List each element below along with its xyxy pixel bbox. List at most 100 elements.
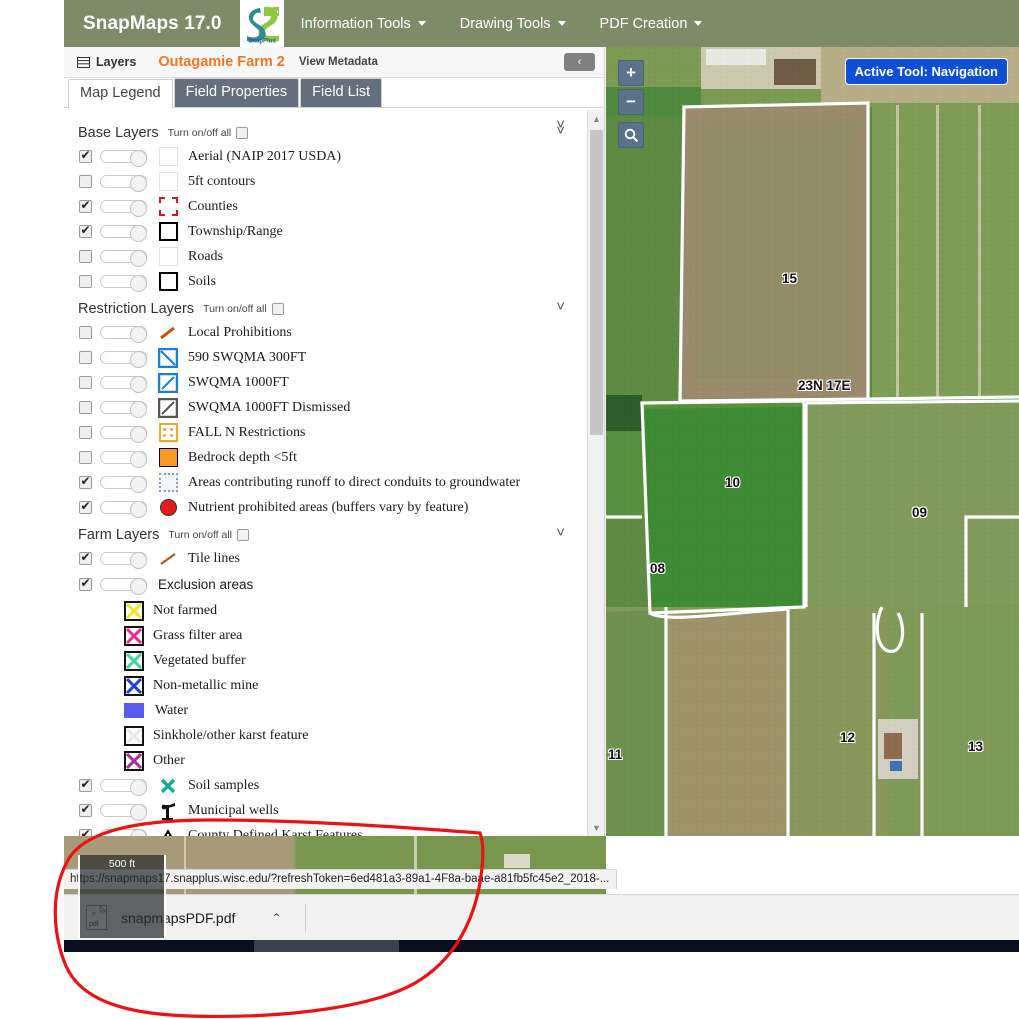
map-zoom-controls[interactable]: + −: [618, 60, 644, 151]
legend-label-nutrient-prohibited: Nutrient prohibited areas (buffers vary …: [188, 499, 469, 515]
chevron-down-icon[interactable]: ˅: [556, 299, 565, 314]
legend-row-soils[interactable]: Soils: [64, 269, 585, 294]
zoom-out-button[interactable]: −: [618, 89, 644, 115]
menu-drawing-tools-label: Drawing Tools: [459, 15, 551, 32]
opacity-slider-nutrient-prohibited[interactable]: [100, 501, 147, 518]
legend-checkbox-roads[interactable]: [79, 250, 92, 263]
opacity-slider-exclusion-areas[interactable]: [100, 578, 147, 595]
opacity-slider-swqma-1000ft-dismissed[interactable]: [100, 401, 147, 418]
zoom-in-button[interactable]: +: [618, 60, 644, 86]
legend-row-swqma-1000ft[interactable]: SWQMA 1000FT: [64, 370, 585, 395]
map-field-label: 13: [968, 739, 984, 754]
view-metadata-link[interactable]: View Metadata: [299, 56, 378, 68]
legend-row-township-range[interactable]: Township/Range: [64, 219, 585, 244]
base-layers-turn-all-checkbox[interactable]: [236, 127, 249, 139]
legend-checkbox-township-range[interactable]: [79, 223, 92, 238]
legend-row-counties[interactable]: Counties: [64, 194, 585, 219]
legend-row-county-karst[interactable]: County Defined Karst Features: [64, 823, 585, 836]
legend-row-runoff-conduits[interactable]: Areas contributing runoff to direct cond…: [64, 470, 585, 495]
opacity-slider-bedrock-depth[interactable]: [100, 451, 147, 468]
opacity-slider-county-karst[interactable]: [100, 829, 147, 836]
tab-map-legend[interactable]: Map Legend: [68, 79, 173, 108]
legend-label-township-range: Township/Range: [188, 223, 283, 239]
legend-checkbox-590-swqma-300ft[interactable]: [79, 351, 92, 364]
swatch-fall-n-restrictions: [157, 423, 179, 442]
legend-row-fall-n-restrictions[interactable]: FALL N Restrictions: [64, 420, 585, 445]
legend-row-590-swqma-300ft[interactable]: 590 SWQMA 300FT: [64, 345, 585, 370]
restriction-layers-turn-all-checkbox[interactable]: [271, 303, 284, 315]
legend-checkbox-exclusion-areas[interactable]: [79, 576, 92, 591]
tab-field-properties[interactable]: Field Properties: [173, 78, 300, 107]
legend-label-roads: Roads: [188, 248, 223, 264]
legend-content: Base Layers Turn on/off all ˅ Aerial (NA…: [64, 110, 585, 836]
legend-row-roads[interactable]: Roads: [64, 244, 585, 269]
legend-checkbox-swqma-1000ft[interactable]: [79, 376, 92, 389]
chevron-down-icon[interactable]: ˅: [556, 525, 565, 540]
legend-checkbox-runoff-conduits[interactable]: [79, 474, 92, 489]
opacity-slider-township-range[interactable]: [100, 225, 147, 242]
layers-button[interactable]: Layers: [77, 55, 136, 69]
map-field-label: 08: [650, 561, 666, 576]
map-search-button[interactable]: [618, 122, 644, 148]
swatch-soils: [157, 272, 179, 291]
taskbar-active-tile[interactable]: [254, 940, 399, 952]
section-restriction-layers-header[interactable]: Restriction Layers Turn on/off all ˅: [64, 294, 585, 320]
legend-checkbox-counties[interactable]: [79, 198, 92, 213]
scroll-down-icon[interactable]: ▼: [588, 819, 605, 836]
legend-row-tile-lines[interactable]: Tile lines: [64, 546, 585, 571]
opacity-slider-soils[interactable]: [100, 275, 147, 292]
legend-row-5ft-contours[interactable]: 5ft contours: [64, 169, 585, 194]
menu-information-tools[interactable]: Information Tools: [284, 0, 443, 47]
opacity-slider-swqma-1000ft[interactable]: [100, 376, 147, 393]
legend-checkbox-fall-n-restrictions[interactable]: [79, 426, 92, 439]
legend-checkbox-soil-samples[interactable]: [79, 777, 92, 792]
legend-checkbox-municipal-wells[interactable]: [79, 802, 92, 817]
menu-information-tools-label: Information Tools: [300, 15, 411, 32]
opacity-slider-5ft-contours[interactable]: [100, 175, 147, 192]
legend-scrollbar[interactable]: ▲ ▼: [587, 110, 604, 836]
legend-checkbox-5ft-contours[interactable]: [79, 175, 92, 188]
legend-row-municipal-wells[interactable]: Municipal wells: [64, 798, 585, 823]
legend-checkbox-local-prohibitions[interactable]: [79, 326, 92, 339]
opacity-slider-590-swqma-300ft[interactable]: [100, 351, 147, 368]
app-header: SnapMaps 17.0 SnapPlus Information Tools…: [64, 0, 1019, 47]
opacity-slider-roads[interactable]: [100, 250, 147, 267]
opacity-slider-municipal-wells[interactable]: [100, 804, 147, 821]
legend-row-nutrient-prohibited[interactable]: Nutrient prohibited areas (buffers vary …: [64, 495, 585, 520]
legend-checkbox-soils[interactable]: [79, 275, 92, 288]
panel-header: Layers Outagamie Farm 2 View Metadata ‹: [64, 47, 604, 78]
tab-field-list[interactable]: Field List: [300, 78, 383, 107]
chevron-left-icon: ‹: [577, 56, 582, 68]
legend-row-swqma-1000ft-dismissed[interactable]: SWQMA 1000FT Dismissed: [64, 395, 585, 420]
opacity-slider-tile-lines[interactable]: [100, 552, 147, 569]
legend-row-soil-samples[interactable]: Soil samples: [64, 773, 585, 798]
opacity-slider-fall-n-restrictions[interactable]: [100, 426, 147, 443]
legend-checkbox-swqma-1000ft-dismissed[interactable]: [79, 401, 92, 414]
chevron-up-icon[interactable]: ⌃: [271, 911, 281, 925]
chevron-down-icon[interactable]: ˅: [556, 117, 565, 132]
opacity-slider-aerial[interactable]: [100, 150, 147, 167]
opacity-slider-counties[interactable]: [100, 200, 147, 217]
legend-row-exclusion-areas[interactable]: Exclusion areas ˅: [64, 117, 585, 598]
legend-row-local-prohibitions[interactable]: Local Prohibitions: [64, 320, 585, 345]
legend-checkbox-tile-lines[interactable]: [79, 550, 92, 565]
menu-drawing-tools[interactable]: Drawing Tools: [443, 0, 583, 47]
scrollbar-thumb[interactable]: [590, 130, 603, 435]
legend-checkbox-county-karst[interactable]: [79, 827, 92, 836]
legend-checkbox-aerial[interactable]: [79, 148, 92, 163]
opacity-slider-runoff-conduits[interactable]: [100, 476, 147, 493]
legend-checkbox-bedrock-depth[interactable]: [79, 451, 92, 464]
section-base-layers-header[interactable]: Base Layers Turn on/off all ˅: [64, 118, 585, 144]
menu-pdf-creation[interactable]: PDF Creation: [583, 0, 720, 47]
map-viewport[interactable]: + − Active Tool: Navigation 15 23N 17E 0…: [606, 47, 1019, 836]
section-farm-layers-header[interactable]: Farm Layers Turn on/off all ˅: [64, 520, 585, 546]
collapse-panel-button[interactable]: ‹: [564, 53, 595, 71]
legend-checkbox-nutrient-prohibited[interactable]: [79, 499, 92, 514]
scroll-up-icon[interactable]: ▲: [588, 110, 605, 127]
legend-row-aerial[interactable]: Aerial (NAIP 2017 USDA): [64, 144, 585, 169]
legend-label-fall-n-restrictions: FALL N Restrictions: [188, 424, 306, 440]
legend-row-bedrock-depth[interactable]: Bedrock depth <5ft: [64, 445, 585, 470]
opacity-slider-local-prohibitions[interactable]: [100, 326, 147, 343]
opacity-slider-soil-samples[interactable]: [100, 779, 147, 796]
farm-layers-turn-all-checkbox[interactable]: [237, 529, 250, 541]
